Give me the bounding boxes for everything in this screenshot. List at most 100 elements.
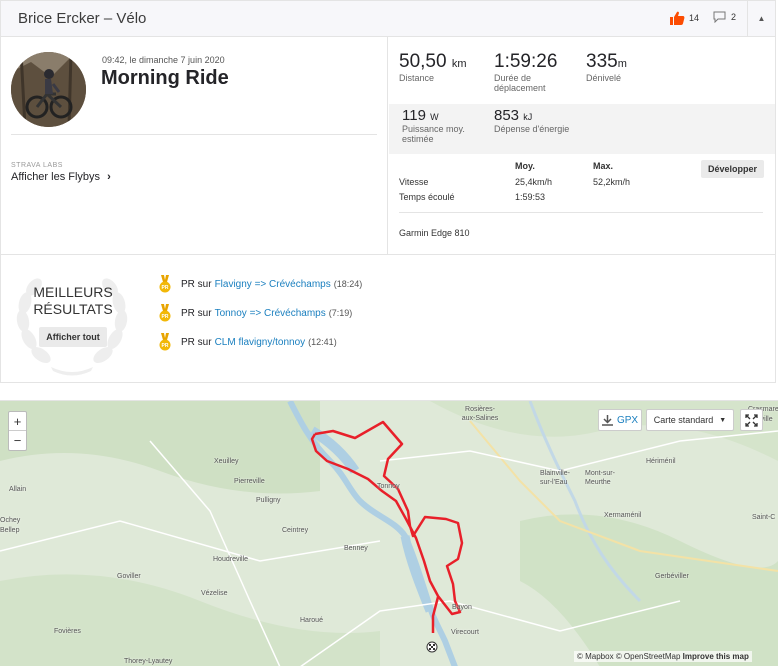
place-label: Pulligny [256, 497, 281, 504]
comments-count: 2 [731, 12, 737, 22]
pr-item: PR PR sur Flavigny => Crévéchamps (18:24… [158, 275, 362, 293]
place-label: Houdreville [213, 556, 249, 563]
place-label: Gerbéviller [655, 573, 689, 580]
col-header-avg: Moy. [515, 161, 535, 171]
place-label: Bellep [0, 527, 20, 534]
flyby-link[interactable]: Afficher les Flybys › [11, 171, 111, 183]
device-name: Garmin Edge 810 [399, 228, 470, 238]
place-label: Hériménil [646, 458, 676, 465]
zoom-in-button[interactable]: + [9, 412, 26, 431]
place-label: Rosières-aux-Salines [461, 406, 499, 422]
elevation-label: Dénivelé [586, 73, 622, 83]
pr-time: (12:41) [308, 337, 337, 347]
place-label: Fovières [54, 628, 81, 635]
activity-card: Brice Ercker – Vélo 14 2 ▲ 09:42, le dim… [0, 0, 776, 383]
stat-elevation: 335m Dénivelé [586, 51, 627, 83]
place-label: Pierreville [234, 478, 265, 485]
thumbs-up-icon [670, 11, 685, 25]
segment-link[interactable]: Flavigny => Crévéchamps [215, 279, 331, 290]
place-label: Tonnoy [377, 483, 400, 490]
mapbox-attribution[interactable]: © Mapbox [577, 652, 614, 661]
col-header-max: Max. [593, 161, 614, 171]
place-label: Ochey [0, 517, 21, 524]
pr-item: PR PR sur CLM flavigny/tonnoy (12:41) [158, 333, 337, 351]
place-label: Goviller [117, 573, 141, 580]
pr-medal-icon: PR [159, 333, 171, 351]
route-map[interactable]: Rosières-aux-Salines Xeuilley Pierrevill… [0, 400, 778, 666]
kudos-count: 14 [689, 13, 700, 23]
power-value: 119 [402, 107, 426, 124]
gpx-label: GPX [616, 414, 639, 426]
stat-energy: 853 kJ Dépense d'énergie [494, 107, 574, 134]
energy-label: Dépense d'énergie [494, 124, 570, 134]
activity-date: 09:42, le dimanche 7 juin 2020 [102, 55, 225, 65]
comment-icon [713, 11, 726, 23]
map-attribution: © Mapbox © OpenStreetMap Improve this ma… [574, 651, 752, 662]
svg-text:PR: PR [162, 314, 169, 320]
show-all-button[interactable]: Afficher tout [39, 327, 107, 347]
place-label: Virecourt [451, 629, 479, 636]
place-label: Thorey-Lyautey [124, 658, 173, 665]
row-label-elapsed: Temps écoulé [399, 192, 455, 202]
activity-name: Morning Ride [101, 67, 229, 89]
pr-item: PR PR sur Tonnoy => Crévéchamps (7:19) [158, 304, 352, 322]
download-icon [601, 414, 613, 426]
zoom-control: + − [8, 411, 27, 451]
place-label: Vézelise [201, 590, 228, 597]
stat-distance: 50,50 km Distance [399, 51, 467, 83]
energy-unit: kJ [523, 112, 533, 122]
collapse-button[interactable]: ▲ [747, 1, 775, 36]
best-results-title-line1: MEILLEURS [33, 284, 113, 300]
map-background [0, 401, 778, 666]
divider [387, 37, 388, 254]
divider [399, 212, 763, 213]
pr-time: (18:24) [333, 279, 363, 289]
pr-prefix: PR sur [181, 307, 212, 319]
fullscreen-icon [745, 413, 758, 427]
activity-title: Brice Ercker – Vélo [18, 10, 147, 27]
gpx-download-button[interactable]: GPX [598, 409, 642, 431]
svg-text:PR: PR [162, 285, 169, 291]
svg-text:PR: PR [162, 343, 169, 349]
segment-link[interactable]: Tonnoy => Crévéchamps [215, 308, 326, 319]
pr-prefix: PR sur [181, 336, 212, 348]
power-unit: W [430, 112, 439, 122]
elevation-unit: m [617, 58, 627, 70]
power-label: Puissance moy. estimée [402, 124, 465, 144]
best-results-title: MEILLEURS RÉSULTATS [21, 284, 125, 318]
distance-label: Distance [399, 73, 435, 83]
zoom-out-button[interactable]: − [9, 431, 26, 450]
place-label: Xermaménil [604, 512, 642, 519]
energy-value: 853 [494, 107, 520, 124]
elevation-value: 335 [586, 51, 618, 72]
comments-button[interactable]: 2 [713, 11, 736, 23]
place-label: Bayon [452, 604, 472, 611]
pr-time: (7:19) [328, 308, 353, 318]
labs-label: STRAVA LABS [11, 162, 63, 169]
place-label: Ceintrey [282, 527, 309, 534]
expand-button[interactable]: Développer [701, 160, 764, 178]
stat-moving-time: 1:59:26 Durée de déplacement [494, 51, 574, 93]
place-label: Saint-C [752, 514, 776, 521]
best-results-title-line2: RÉSULTATS [33, 301, 113, 317]
place-label: Mont-sur-Meurthe [585, 470, 615, 486]
laurel-icon [16, 278, 128, 376]
osm-attribution[interactable]: © OpenStreetMap [616, 652, 681, 661]
place-label: Benney [344, 545, 368, 552]
flyby-link-label: Afficher les Flybys [11, 171, 101, 183]
fullscreen-button[interactable] [740, 409, 763, 431]
avatar[interactable] [11, 52, 86, 127]
caret-down-icon: ▼ [719, 416, 727, 424]
map-type-label: Carte standard [653, 415, 714, 425]
divider [1, 254, 775, 255]
place-label: Haroué [300, 617, 323, 624]
map-type-select[interactable]: Carte standard ▼ [646, 409, 734, 431]
caret-up-icon: ▲ [757, 14, 766, 23]
pr-prefix: PR sur [181, 278, 212, 290]
segment-link[interactable]: CLM flavigny/tonnoy [215, 337, 306, 348]
kudos-button[interactable]: 14 [669, 11, 699, 25]
place-label: Xeuilley [214, 458, 239, 465]
improve-map-link[interactable]: Improve this map [683, 652, 749, 661]
place-label: Blainville-sur-l'Eau [540, 470, 570, 486]
speed-avg: 25,4km/h [515, 177, 553, 187]
